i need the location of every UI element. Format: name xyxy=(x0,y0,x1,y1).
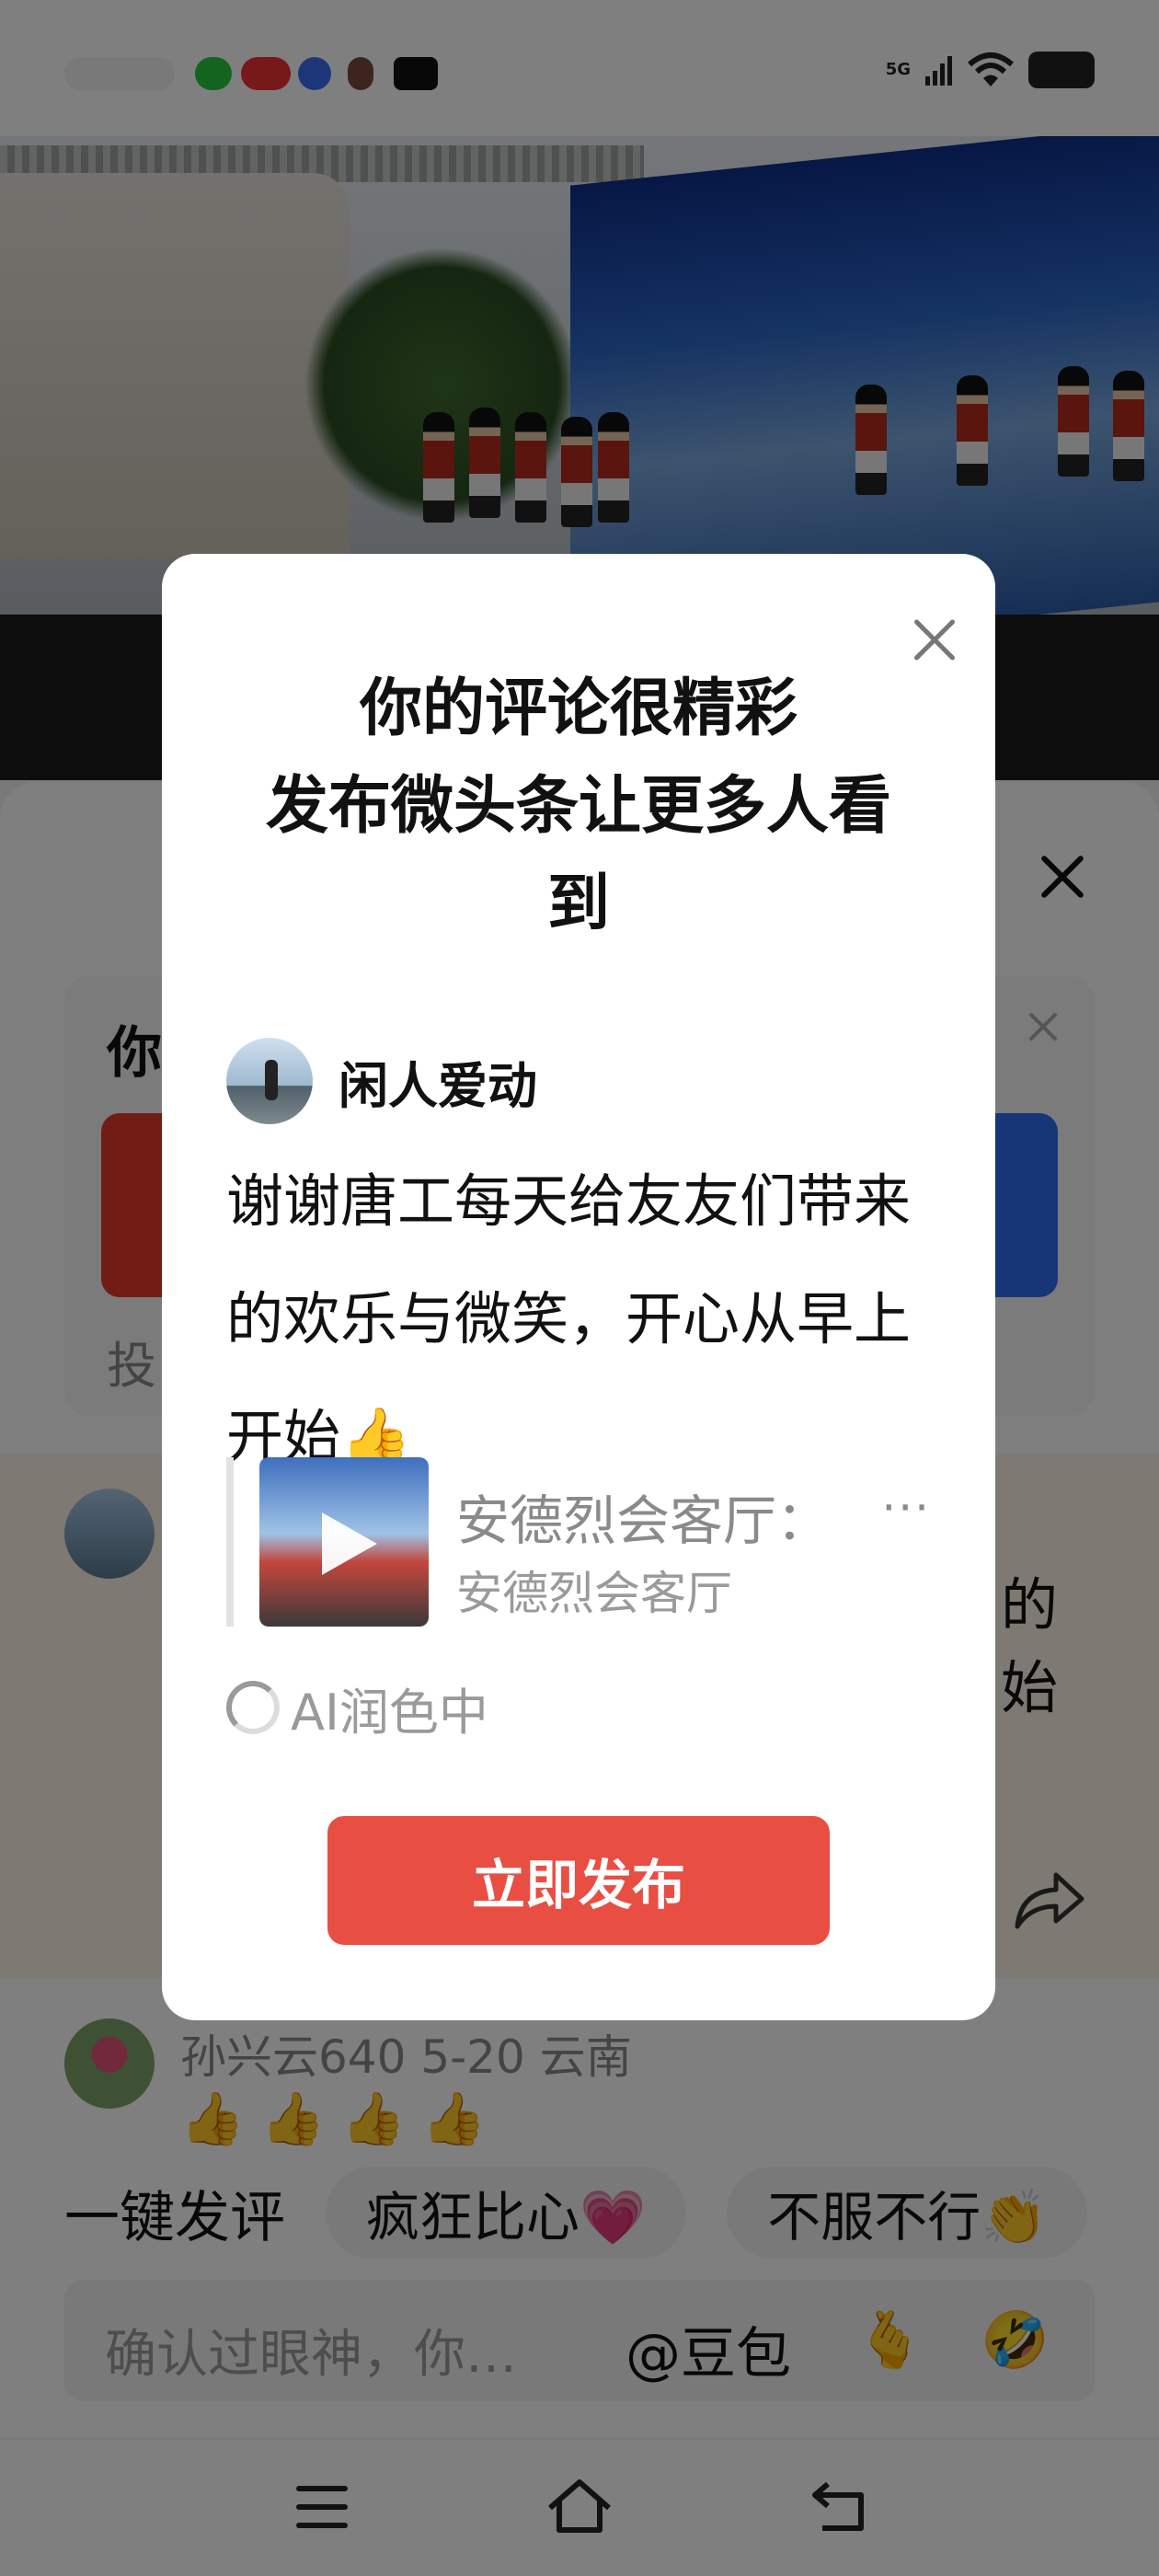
author-row: 闲人爱动 xyxy=(226,1038,537,1124)
loading-spinner-icon xyxy=(226,1681,280,1734)
modal-title-line: 到 xyxy=(546,868,610,940)
shared-video-title: 安德烈会客厅： xyxy=(456,1489,831,1552)
ai-status: AI润色中 xyxy=(226,1678,488,1742)
modal-title-line: 发布微头条让更多人看 xyxy=(265,770,891,843)
author-name: 闲人爱动 xyxy=(339,1056,537,1115)
shared-video-card[interactable]: 安德烈会客厅： 安德烈会客厅 xyxy=(226,1457,931,1627)
shared-video-source: 安德烈会客厅 xyxy=(456,1567,732,1620)
ai-status-label: AI润色中 xyxy=(291,1683,488,1742)
video-thumbnail xyxy=(259,1457,429,1627)
ellipsis-icon: ··· xyxy=(881,1481,931,1535)
play-icon xyxy=(322,1512,377,1575)
modal-title: 你的评论很精彩 发布微头条让更多人看 到 xyxy=(217,661,940,953)
avatar xyxy=(226,1038,313,1124)
publish-modal: 你的评论很精彩 发布微头条让更多人看 到 闲人爱动 谢谢唐工每天给友友们带来的欢… xyxy=(162,554,995,2020)
close-icon[interactable] xyxy=(907,613,962,668)
publish-button[interactable]: 立即发布 xyxy=(327,1816,830,1945)
quote-bar xyxy=(226,1457,234,1627)
comment-text: 谢谢唐工每天给友友们带来的欢乐与微笑，开心从早上开始 xyxy=(226,1167,912,1470)
modal-title-line: 你的评论很精彩 xyxy=(359,673,798,745)
comment-body: 谢谢唐工每天给友友们带来的欢乐与微笑，开心从早上开始👍 xyxy=(226,1143,931,1496)
